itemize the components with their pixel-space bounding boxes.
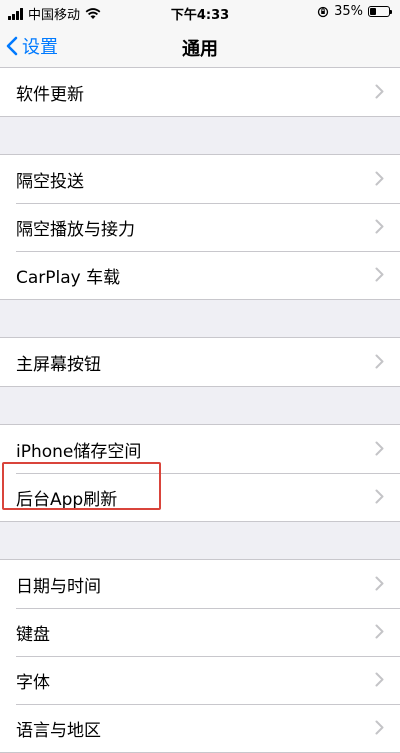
row-label: 隔空投送 — [16, 171, 84, 192]
page-title: 通用 — [182, 39, 218, 60]
row-label: 日期与时间 — [16, 576, 101, 597]
battery-percent: 35% — [334, 4, 363, 19]
row-software-update[interactable]: 软件更新 — [0, 68, 400, 116]
row-fonts[interactable]: 字体 — [0, 656, 400, 704]
row-airdrop[interactable]: 隔空投送 — [0, 155, 400, 203]
settings-group-airdrop: 隔空投送 隔空播放与接力 CarPlay 车载 — [0, 155, 400, 300]
section-gap — [0, 387, 400, 425]
row-iphone-storage[interactable]: iPhone储存空间 — [0, 425, 400, 473]
chevron-right-icon — [375, 354, 384, 369]
row-label: 后台App刷新 — [16, 489, 118, 510]
row-label: 字体 — [16, 672, 50, 693]
row-keyboard[interactable]: 键盘 — [0, 608, 400, 656]
orientation-lock-icon — [317, 6, 329, 17]
battery-icon — [368, 6, 392, 17]
status-bar: 中国移动 下午4:33 35% — [0, 0, 400, 24]
row-home-button[interactable]: 主屏幕按钮 — [0, 338, 400, 386]
navigation-bar: 设置 通用 — [0, 24, 400, 68]
row-background-app-refresh[interactable]: 后台App刷新 — [0, 473, 400, 521]
row-label: 语言与地区 — [16, 720, 101, 741]
settings-list: 软件更新 隔空投送 隔空播放与接力 CarPlay 车载 主屏幕按钮 iPhon… — [0, 68, 400, 753]
settings-group-home: 主屏幕按钮 — [0, 338, 400, 387]
row-label: iPhone储存空间 — [16, 441, 142, 462]
section-gap — [0, 117, 400, 155]
battery-fill — [370, 8, 377, 15]
row-label: 键盘 — [16, 624, 50, 645]
chevron-right-icon — [375, 672, 384, 687]
row-carplay[interactable]: CarPlay 车载 — [0, 251, 400, 299]
row-label: 软件更新 — [16, 84, 84, 105]
chevron-right-icon — [375, 219, 384, 234]
section-gap — [0, 300, 400, 338]
chevron-right-icon — [375, 720, 384, 735]
row-label: 隔空播放与接力 — [16, 219, 135, 240]
chevron-right-icon — [375, 624, 384, 639]
chevron-right-icon — [375, 489, 384, 504]
settings-group-update: 软件更新 — [0, 68, 400, 117]
status-right: 35% — [317, 4, 392, 19]
chevron-right-icon — [375, 441, 384, 456]
row-label: 主屏幕按钮 — [16, 354, 101, 375]
row-airplay-handoff[interactable]: 隔空播放与接力 — [0, 203, 400, 251]
chevron-right-icon — [375, 84, 384, 99]
row-label: CarPlay 车载 — [16, 267, 121, 288]
chevron-right-icon — [375, 171, 384, 186]
chevron-right-icon — [375, 267, 384, 282]
chevron-right-icon — [375, 576, 384, 591]
settings-group-datetime: 日期与时间 键盘 字体 语言与地区 — [0, 560, 400, 753]
row-language-region[interactable]: 语言与地区 — [0, 704, 400, 752]
section-gap — [0, 522, 400, 560]
settings-group-storage: iPhone储存空间 后台App刷新 — [0, 425, 400, 522]
row-date-time[interactable]: 日期与时间 — [0, 560, 400, 608]
